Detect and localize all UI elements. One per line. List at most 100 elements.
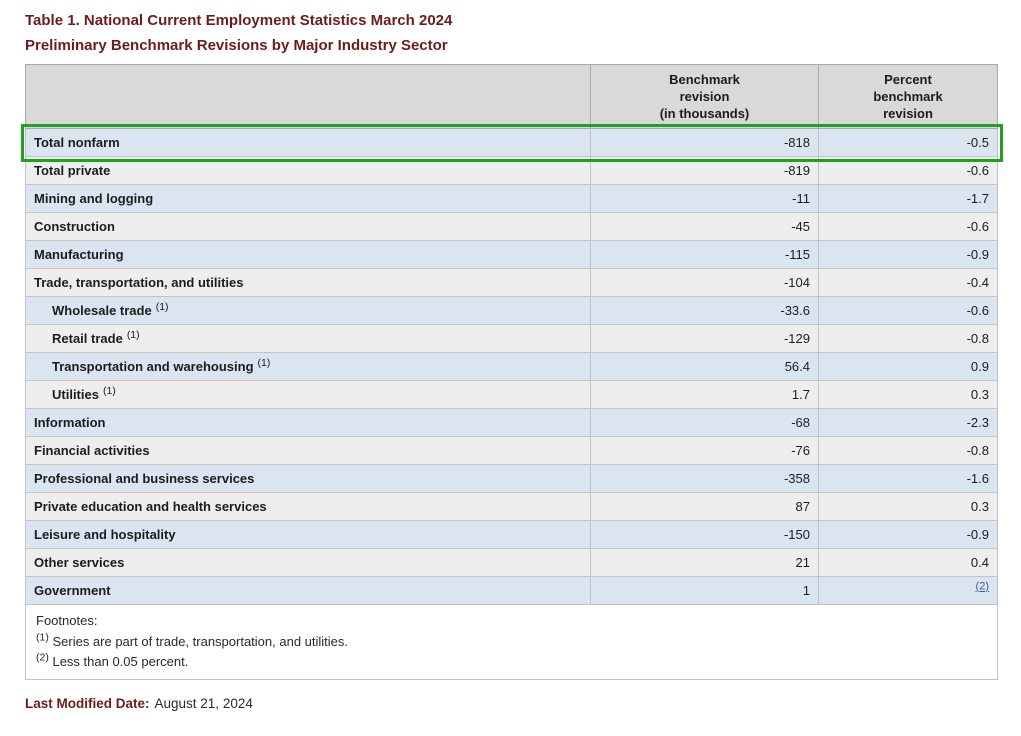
row-benchmark-value: -11 [591, 185, 819, 213]
industry-cell: Private education and health services [26, 493, 591, 521]
row-label: Other services [34, 555, 124, 570]
header-industry [26, 65, 591, 129]
row-percent-link[interactable]: (2) [976, 581, 989, 593]
table-row: Retail trade(1) -129 -0.8 [26, 325, 998, 353]
table-row: Leisure and hospitality -150 -0.9 [26, 521, 998, 549]
row-label: Total nonfarm [34, 135, 120, 150]
row-benchmark-value: -129 [591, 325, 819, 353]
footnote-2-marker: (2) [36, 652, 49, 664]
table-row: Other services 21 0.4 [26, 549, 998, 577]
industry-cell: Government [26, 577, 591, 605]
row-percent-value: 0.9 [971, 359, 989, 374]
last-modified: Last Modified Date:August 21, 2024 [25, 696, 997, 711]
row-label: Leisure and hospitality [34, 527, 176, 542]
row-percent-value: -0.9 [967, 247, 989, 262]
page: Table 1. National Current Employment Sta… [0, 0, 1021, 731]
row-percent-value: -0.6 [967, 219, 989, 234]
row-percent-cell: 0.3 [819, 493, 998, 521]
row-footnote-marker: (1) [258, 357, 271, 369]
industry-cell: Leisure and hospitality [26, 521, 591, 549]
last-modified-label: Last Modified Date: [25, 696, 150, 711]
row-label: Professional and business services [34, 471, 254, 486]
row-benchmark-value: 1.7 [591, 381, 819, 409]
row-percent-cell: -0.6 [819, 297, 998, 325]
row-benchmark-value: -104 [591, 269, 819, 297]
row-percent-value: -1.6 [967, 471, 989, 486]
row-percent-cell: (2) [819, 577, 998, 605]
table-body: Total nonfarm -818 -0.5 Total private -8… [26, 129, 998, 605]
row-percent-cell: -0.4 [819, 269, 998, 297]
row-benchmark-value: -358 [591, 465, 819, 493]
row-label: Information [34, 415, 106, 430]
row-percent-value: -0.5 [967, 135, 989, 150]
row-label: Utilities [52, 387, 99, 402]
row-percent-cell: -0.9 [819, 241, 998, 269]
table-row: Trade, transportation, and utilities -10… [26, 269, 998, 297]
table-footnotes: Footnotes: (1) Series are part of trade,… [26, 605, 998, 680]
table-row: Private education and health services 87… [26, 493, 998, 521]
row-percent-cell: -0.5 [819, 129, 998, 157]
row-percent-value: -0.6 [967, 163, 989, 178]
table-row: Mining and logging -11 -1.7 [26, 185, 998, 213]
row-benchmark-value: -68 [591, 409, 819, 437]
row-label: Total private [34, 163, 110, 178]
row-percent-cell: -2.3 [819, 409, 998, 437]
row-benchmark-value: -819 [591, 157, 819, 185]
table-row: Construction -45 -0.6 [26, 213, 998, 241]
industry-cell: Other services [26, 549, 591, 577]
table-row: Financial activities -76 -0.8 [26, 437, 998, 465]
row-percent-cell: 0.3 [819, 381, 998, 409]
row-percent-cell: -0.6 [819, 157, 998, 185]
row-percent-value: -2.3 [967, 415, 989, 430]
row-label: Construction [34, 219, 115, 234]
row-label: Wholesale trade [52, 303, 152, 318]
row-percent-value: 0.3 [971, 387, 989, 402]
row-footnote-marker: (1) [127, 329, 140, 341]
industry-cell: Total nonfarm [26, 129, 591, 157]
row-benchmark-value: 87 [591, 493, 819, 521]
row-percent-cell: -1.6 [819, 465, 998, 493]
benchmark-revisions-table: Benchmark revision (in thousands) Percen… [25, 64, 998, 680]
industry-cell: Total private [26, 157, 591, 185]
row-footnote-marker: (1) [103, 385, 116, 397]
row-percent-value: -0.8 [967, 331, 989, 346]
table-row: Manufacturing -115 -0.9 [26, 241, 998, 269]
table-row: Wholesale trade(1) -33.6 -0.6 [26, 297, 998, 325]
footnote-1-marker: (1) [36, 632, 49, 644]
row-label: Mining and logging [34, 191, 153, 206]
footnote-2-text: Less than 0.05 percent. [52, 654, 188, 669]
table-row: Total nonfarm -818 -0.5 [26, 129, 998, 157]
row-benchmark-value: -115 [591, 241, 819, 269]
table-header-row: Benchmark revision (in thousands) Percen… [26, 65, 998, 129]
industry-cell: Financial activities [26, 437, 591, 465]
footnote-1: (1) Series are part of trade, transporta… [36, 634, 987, 649]
row-percent-cell: -1.7 [819, 185, 998, 213]
row-benchmark-value: -45 [591, 213, 819, 241]
row-percent-value: -0.6 [967, 303, 989, 318]
row-benchmark-value: -818 [591, 129, 819, 157]
table-row: Government 1 (2) [26, 577, 998, 605]
row-benchmark-value: -33.6 [591, 297, 819, 325]
row-percent-cell: 0.4 [819, 549, 998, 577]
row-percent-cell: -0.8 [819, 437, 998, 465]
row-label: Transportation and warehousing [52, 359, 254, 374]
row-percent-cell: 0.9 [819, 353, 998, 381]
footnote-2: (2) Less than 0.05 percent. [36, 654, 987, 669]
footnote-1-text: Series are part of trade, transportation… [52, 634, 348, 649]
header-percent-benchmark-revision: Percent benchmark revision [819, 65, 998, 129]
table-row: Professional and business services -358 … [26, 465, 998, 493]
row-benchmark-value: 1 [591, 577, 819, 605]
industry-cell: Information [26, 409, 591, 437]
table-row: Transportation and warehousing(1) 56.4 0… [26, 353, 998, 381]
footnotes-heading: Footnotes: [36, 613, 987, 628]
row-benchmark-value: -76 [591, 437, 819, 465]
table-row: Utilities (1) 1.7 0.3 [26, 381, 998, 409]
industry-cell: Retail trade(1) [26, 325, 591, 353]
footnotes-cell: Footnotes: (1) Series are part of trade,… [26, 605, 998, 680]
industry-cell: Trade, transportation, and utilities [26, 269, 591, 297]
row-percent-cell: -0.6 [819, 213, 998, 241]
benchmark-revisions-table-wrap: Benchmark revision (in thousands) Percen… [25, 64, 997, 680]
industry-cell: Professional and business services [26, 465, 591, 493]
row-label: Government [34, 583, 111, 598]
row-label: Private education and health services [34, 499, 267, 514]
